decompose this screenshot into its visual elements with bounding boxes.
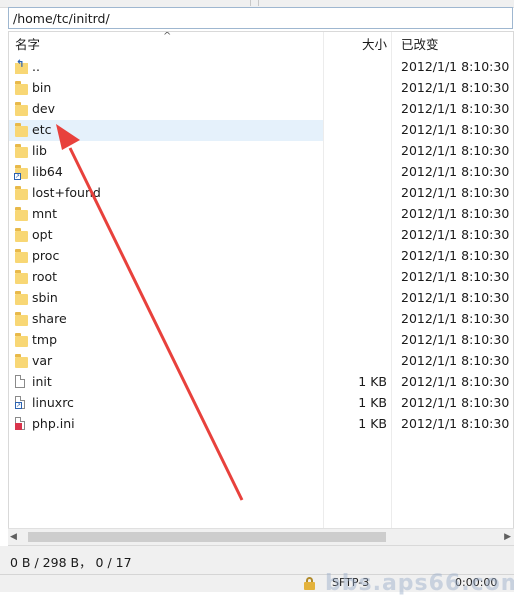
file-name: share	[32, 311, 67, 326]
file-date: 2012/1/1 8:10:30	[401, 332, 510, 347]
file-row[interactable]: bin 2012/1/1 8:10:30	[9, 78, 513, 99]
file-date: 2012/1/1 8:10:30	[401, 227, 510, 242]
file-row[interactable]: init 1 KB 2012/1/1 8:10:30	[9, 372, 513, 393]
file-row[interactable]: root 2012/1/1 8:10:30	[9, 267, 513, 288]
file-row[interactable]: mnt 2012/1/1 8:10:30	[9, 204, 513, 225]
file-row[interactable]: ↰.. 2012/1/1 8:10:30	[9, 57, 513, 78]
folder-icon	[15, 270, 28, 284]
file-name: var	[32, 353, 53, 368]
folder-icon	[15, 354, 28, 368]
file-date: 2012/1/1 8:10:30	[401, 290, 510, 305]
folder-icon	[15, 228, 28, 242]
lock-icon	[304, 577, 315, 590]
file-name: dev	[32, 101, 56, 116]
file-size: 1 KB	[358, 395, 387, 410]
toolbar-right-segment	[258, 0, 514, 6]
file-name: proc	[32, 248, 60, 263]
file-name: bin	[32, 80, 52, 95]
scrollbar-thumb[interactable]	[28, 532, 386, 542]
symlink-file-icon: ↗	[15, 396, 25, 409]
file-date: 2012/1/1 8:10:30	[401, 164, 510, 179]
path-field[interactable]: /home/tc/initrd/	[8, 7, 513, 29]
scroll-left-icon[interactable]: ◀	[10, 532, 17, 542]
parent-dir-icon: ↰	[15, 59, 28, 74]
file-name: init	[32, 374, 52, 389]
file-size: 1 KB	[358, 374, 387, 389]
file-date: 2012/1/1 8:10:30	[401, 80, 510, 95]
file-name: lost+found	[32, 185, 101, 200]
folder-icon	[15, 333, 28, 347]
file-row[interactable]: lib 2012/1/1 8:10:30	[9, 141, 513, 162]
file-date: 2012/1/1 8:10:30	[401, 374, 510, 389]
scroll-right-icon[interactable]: ▶	[504, 532, 511, 542]
selection-status: 0 B / 298 B， 0 / 17	[10, 555, 132, 570]
folder-icon	[15, 249, 28, 263]
file-name: lib	[32, 143, 47, 158]
file-row[interactable]: php.ini 1 KB 2012/1/1 8:10:30	[9, 414, 513, 435]
file-date: 2012/1/1 8:10:30	[401, 122, 510, 137]
folder-icon	[15, 102, 28, 116]
folder-icon	[15, 144, 28, 158]
folder-icon	[15, 291, 28, 305]
file-date: 2012/1/1 8:10:30	[401, 101, 510, 116]
file-row[interactable]: ↗ lib64 2012/1/1 8:10:30	[9, 162, 513, 183]
file-icon	[15, 375, 25, 388]
file-date: 2012/1/1 8:10:30	[401, 248, 510, 263]
file-size: 1 KB	[358, 416, 387, 431]
file-list-panel[interactable]: 名字 ^ 大小 已改变 ↰.. 2012/1/1 8:10:30 bin 2012/1…	[8, 31, 514, 546]
file-name: sbin	[32, 290, 58, 305]
status-bar: 0 B / 298 B， 0 / 17	[0, 546, 514, 574]
file-name: ..	[32, 59, 40, 74]
file-list: ↰.. 2012/1/1 8:10:30 bin 2012/1/1 8:10:30 de…	[9, 57, 513, 435]
file-row[interactable]: lost+found 2012/1/1 8:10:30	[9, 183, 513, 204]
file-date: 2012/1/1 8:10:30	[401, 395, 510, 410]
file-name: root	[32, 269, 58, 284]
toolbar-left-segment	[0, 0, 251, 6]
bottom-bar: SFTP-3 0:00:00 bbs.aps66.com	[0, 571, 514, 596]
file-row[interactable]: sbin 2012/1/1 8:10:30	[9, 288, 513, 309]
folder-icon	[15, 207, 28, 221]
file-name: tmp	[32, 332, 58, 347]
file-name: mnt	[32, 206, 57, 221]
file-name: php.ini	[32, 416, 75, 431]
folder-icon	[15, 186, 28, 200]
file-name: opt	[32, 227, 53, 242]
file-row[interactable]: ↗ linuxrc 1 KB 2012/1/1 8:10:30	[9, 393, 513, 414]
file-date: 2012/1/1 8:10:30	[401, 143, 510, 158]
file-row[interactable]: tmp 2012/1/1 8:10:30	[9, 330, 513, 351]
file-row[interactable]: dev 2012/1/1 8:10:30	[9, 99, 513, 120]
horizontal-scrollbar[interactable]: ◀ ▶	[8, 528, 514, 545]
file-row[interactable]: share 2012/1/1 8:10:30	[9, 309, 513, 330]
file-date: 2012/1/1 8:10:30	[401, 269, 510, 284]
file-date: 2012/1/1 8:10:30	[401, 416, 510, 431]
watermark: bbs.aps66.com	[325, 571, 514, 596]
file-name: linuxrc	[32, 395, 74, 410]
folder-icon	[15, 312, 28, 326]
symlink-icon: ↗	[14, 165, 28, 180]
file-row[interactable]: opt 2012/1/1 8:10:30	[9, 225, 513, 246]
file-name: lib64	[32, 164, 63, 179]
file-date: 2012/1/1 8:10:30	[401, 185, 510, 200]
file-name: etc	[32, 122, 52, 137]
column-header-name[interactable]: 名字	[15, 32, 40, 57]
ini-file-icon	[15, 417, 25, 430]
file-date: 2012/1/1 8:10:30	[401, 311, 510, 326]
file-date: 2012/1/1 8:10:30	[401, 206, 510, 221]
column-header-size[interactable]: 大小	[335, 32, 387, 57]
file-list-header: 名字 ^ 大小 已改变	[9, 31, 513, 57]
column-header-date[interactable]: 已改变	[401, 32, 439, 57]
file-row[interactable]: var 2012/1/1 8:10:30	[9, 351, 513, 372]
file-row[interactable]: etc 2012/1/1 8:10:30	[9, 120, 509, 141]
file-date: 2012/1/1 8:10:30	[401, 353, 510, 368]
file-date: 2012/1/1 8:10:30	[401, 59, 510, 74]
file-row[interactable]: proc 2012/1/1 8:10:30	[9, 246, 513, 267]
folder-icon	[15, 123, 28, 137]
sort-ascending-icon: ^	[163, 31, 172, 42]
folder-icon	[15, 81, 28, 95]
